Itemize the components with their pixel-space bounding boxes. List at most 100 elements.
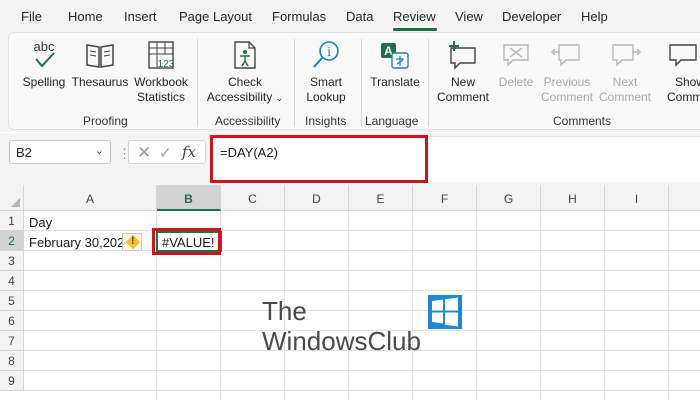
previous-comment-label-1: Previous bbox=[543, 75, 591, 89]
translate-icon: A bbox=[365, 39, 425, 71]
gridline bbox=[412, 211, 413, 400]
ribbon: abc Spelling Thesaurus 123 Workbook Stat… bbox=[0, 32, 700, 132]
gridline bbox=[24, 290, 700, 291]
tab-developer[interactable]: Developer bbox=[502, 9, 561, 24]
active-tab-indicator bbox=[393, 28, 437, 31]
cancel-icon[interactable]: ✕ bbox=[137, 143, 151, 163]
column-header-j[interactable] bbox=[669, 185, 700, 211]
show-comments-icon bbox=[667, 39, 700, 71]
group-label-accessibility: Accessibility bbox=[215, 114, 281, 128]
row-header-4[interactable]: 4 bbox=[0, 271, 24, 291]
show-comments-label-2: Comme bbox=[667, 90, 700, 104]
spreadsheet-grid: A B C D E F G H I 1 2 3 4 5 6 7 8 9 Day … bbox=[0, 185, 700, 400]
group-label-proofing: Proofing bbox=[83, 114, 128, 128]
column-header-f[interactable]: F bbox=[413, 185, 477, 211]
gridline bbox=[24, 390, 700, 391]
next-comment-label-1: Next bbox=[612, 75, 638, 89]
group-separator bbox=[428, 39, 429, 127]
row-header-5[interactable]: 5 bbox=[0, 291, 24, 311]
row-header-6[interactable]: 6 bbox=[0, 311, 24, 331]
gridline bbox=[540, 211, 541, 400]
next-comment-button[interactable]: Next Comment bbox=[599, 39, 651, 105]
spelling-button[interactable]: abc Spelling bbox=[15, 39, 73, 90]
column-header-b[interactable]: B bbox=[157, 185, 221, 211]
gridline bbox=[348, 211, 349, 400]
next-comment-icon bbox=[599, 39, 651, 71]
group-separator bbox=[197, 39, 198, 127]
row-header-9[interactable]: 9 bbox=[0, 371, 24, 391]
delete-comment-icon bbox=[493, 39, 539, 71]
gridline bbox=[24, 370, 700, 371]
tab-insert[interactable]: Insert bbox=[124, 9, 157, 24]
smart-lookup-button[interactable]: i Smart Lookup bbox=[300, 39, 352, 105]
insert-function-icon[interactable]: fx bbox=[182, 143, 196, 161]
column-header-h[interactable]: H bbox=[541, 185, 605, 211]
row-header-1[interactable]: 1 bbox=[0, 211, 24, 231]
translate-label: Translate bbox=[370, 75, 420, 89]
menu-bar: File Home Insert Page Layout Formulas Da… bbox=[0, 0, 700, 32]
thesaurus-button[interactable]: Thesaurus bbox=[69, 39, 131, 90]
workbook-statistics-button[interactable]: 123 Workbook Statistics bbox=[129, 39, 193, 105]
column-header-g[interactable]: G bbox=[477, 185, 541, 211]
row-header-7[interactable]: 7 bbox=[0, 331, 24, 351]
gridline bbox=[24, 270, 700, 271]
spelling-icon: abc bbox=[15, 39, 73, 71]
chevron-down-icon[interactable]: ⌄ bbox=[95, 144, 104, 157]
tab-review[interactable]: Review bbox=[393, 9, 436, 24]
cell-a2[interactable]: February 30,202 bbox=[29, 235, 124, 250]
group-label-comments: Comments bbox=[553, 114, 612, 128]
column-header-i[interactable]: I bbox=[605, 185, 669, 211]
previous-comment-button[interactable]: Previous Comment bbox=[539, 39, 595, 105]
check-accessibility-button[interactable]: Check Accessibility ⌄ bbox=[205, 39, 285, 106]
delete-comment-button[interactable]: Delete bbox=[493, 39, 539, 90]
row-header-2[interactable]: 2 bbox=[0, 231, 24, 251]
error-indicator-button[interactable]: ! bbox=[122, 233, 142, 251]
smart-lookup-icon: i bbox=[300, 39, 352, 71]
tab-help[interactable]: Help bbox=[581, 9, 608, 24]
column-header-c[interactable]: C bbox=[221, 185, 285, 211]
group-separator bbox=[294, 39, 295, 127]
name-box[interactable]: B2 ⌄ bbox=[9, 140, 111, 164]
workbook-statistics-label-2: Statistics bbox=[136, 90, 185, 104]
gridline bbox=[604, 211, 605, 400]
group-label-language: Language bbox=[365, 114, 419, 128]
new-comment-button[interactable]: New Comment bbox=[431, 39, 495, 105]
previous-comment-label-2: Comment bbox=[540, 90, 593, 104]
tab-formulas[interactable]: Formulas bbox=[272, 9, 326, 24]
chevron-down-icon: ⌄ bbox=[275, 93, 284, 103]
gridline bbox=[476, 211, 477, 400]
previous-comment-icon bbox=[539, 39, 595, 71]
svg-text:abc: abc bbox=[34, 39, 55, 54]
show-comments-button[interactable]: Show Comme bbox=[663, 39, 700, 105]
new-comment-label-2: Comment bbox=[436, 90, 489, 104]
row-header-3[interactable]: 3 bbox=[0, 251, 24, 271]
tab-home[interactable]: Home bbox=[68, 9, 103, 24]
confirm-icon[interactable]: ✓ bbox=[159, 144, 172, 162]
smart-lookup-label-2: Lookup bbox=[306, 90, 346, 104]
row-header-8[interactable]: 8 bbox=[0, 351, 24, 371]
check-accessibility-label-2: Accessibility ⌄ bbox=[205, 90, 285, 106]
show-comments-label-1: Show bbox=[675, 75, 700, 89]
cell-a1[interactable]: Day bbox=[29, 215, 52, 230]
column-header-a[interactable]: A bbox=[24, 185, 157, 211]
tab-data[interactable]: Data bbox=[346, 9, 373, 24]
select-all-button[interactable] bbox=[0, 185, 24, 211]
new-comment-icon bbox=[431, 39, 495, 71]
column-header-e[interactable]: E bbox=[349, 185, 413, 211]
check-accessibility-label-1: Check bbox=[227, 75, 262, 89]
new-comment-label-1: New bbox=[450, 75, 475, 89]
thesaurus-label: Thesaurus bbox=[71, 75, 129, 89]
smart-lookup-label-1: Smart bbox=[309, 75, 342, 89]
delete-label: Delete bbox=[498, 75, 534, 89]
windows-logo-icon bbox=[428, 295, 462, 329]
translate-button[interactable]: A Translate bbox=[365, 39, 425, 90]
check-accessibility-label-2-text: Accessibility bbox=[206, 90, 273, 104]
tab-file[interactable]: File bbox=[21, 9, 42, 24]
gridline bbox=[24, 230, 700, 231]
column-header-d[interactable]: D bbox=[285, 185, 349, 211]
tab-view[interactable]: View bbox=[455, 9, 483, 24]
value-highlight-box bbox=[152, 228, 221, 255]
name-box-value: B2 bbox=[16, 145, 32, 160]
formula-highlight-box bbox=[210, 135, 428, 183]
tab-page-layout[interactable]: Page Layout bbox=[179, 9, 252, 24]
